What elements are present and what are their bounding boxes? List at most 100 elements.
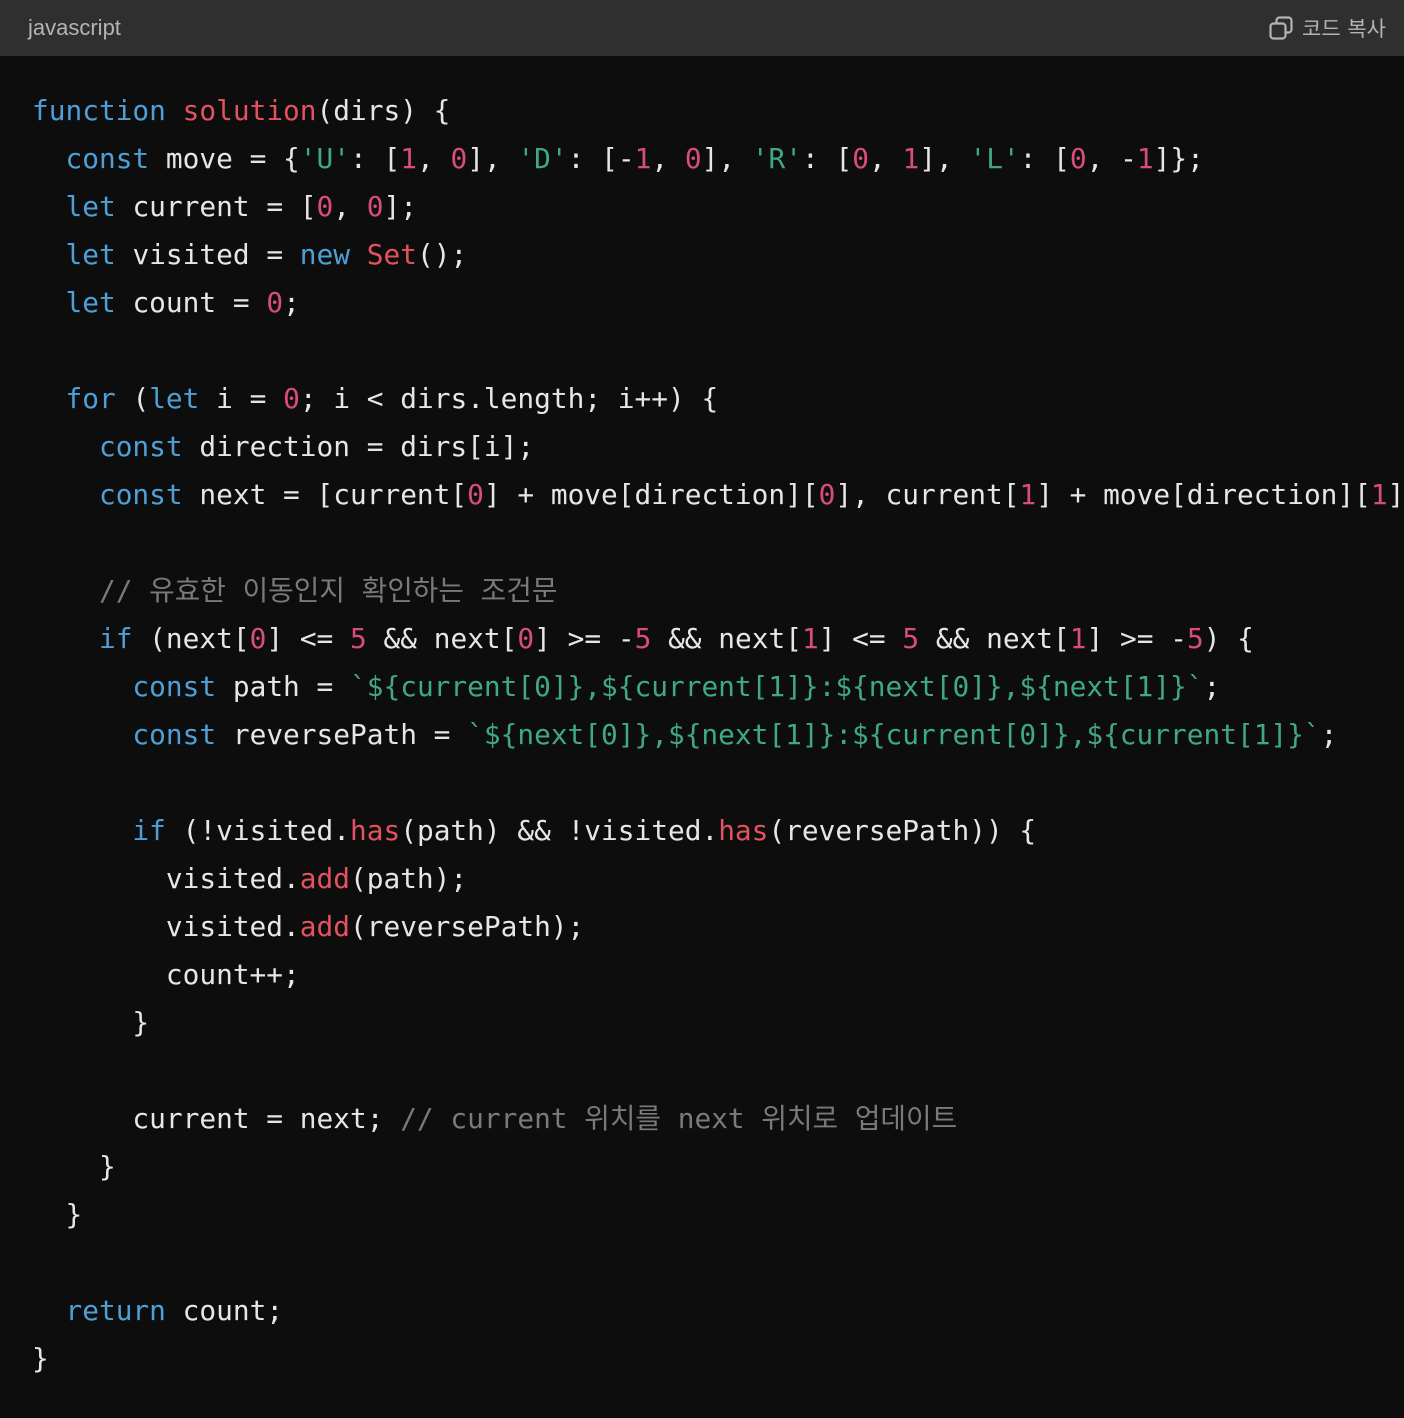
code-text: next = [current[ (182, 478, 468, 511)
code-text: reversePath = (216, 718, 468, 751)
code-keyword: const (98, 478, 183, 511)
code-number: 5 (350, 622, 367, 655)
code-text: ; (1203, 670, 1221, 703)
copy-code-button[interactable]: 코드 복사 (1268, 13, 1386, 43)
code-line: for (let i = 0; i < dirs.length; i++) { (32, 375, 1404, 423)
code-keyword: const (65, 142, 150, 175)
code-string: 'D' (517, 142, 568, 175)
code-text: ; i < dirs.length; i++) { (299, 382, 719, 415)
code-text: current = [ (115, 190, 317, 223)
code-line: const next = [current[0] + move[directio… (32, 471, 1404, 519)
code-line: } (32, 1335, 1404, 1383)
code-line: const path = `${current[0]},${current[1]… (32, 663, 1404, 711)
code-text: } (32, 1150, 116, 1183)
code-keyword: let (65, 238, 116, 271)
code-number: 0 (316, 190, 334, 223)
code-text: (path) && !visited. (400, 814, 719, 847)
code-keyword: const (132, 718, 217, 751)
code-number: 1 (1019, 478, 1037, 511)
code-text: ) { (1203, 622, 1254, 655)
code-keyword: let (65, 190, 116, 223)
code-line: } (32, 1191, 1404, 1239)
code-text: ] >= - (534, 622, 635, 655)
code-line: function solution(dirs) { (32, 87, 1404, 135)
code-keyword: if (98, 622, 133, 655)
code-number: 0 (684, 142, 702, 175)
code-text: ] >= - (1086, 622, 1187, 655)
code-text: } (32, 1342, 49, 1375)
code-line: const move = {'U': [1, 0], 'D': [-1, 0],… (32, 135, 1404, 183)
code-text: (reversePath); (349, 910, 585, 943)
code-content[interactable]: function solution(dirs) { const move = {… (32, 87, 1404, 1383)
code-text: ], (919, 142, 970, 175)
code-number: 0 (450, 142, 468, 175)
code-text: ] + move[direction][ (1036, 478, 1371, 511)
code-text: ] (1387, 478, 1404, 511)
code-number: 0 (517, 622, 535, 655)
code-line: let visited = new Set(); (32, 231, 1404, 279)
code-line: // 유효한 이동인지 확인하는 조건문 (32, 567, 1404, 615)
code-keyword: function (32, 94, 166, 127)
code-text: visited. (32, 910, 300, 943)
code-number: 1 (634, 142, 652, 175)
code-text: , (869, 142, 903, 175)
code-text: ] + move[direction][ (483, 478, 819, 511)
code-text: ; (283, 286, 300, 319)
copy-code-label: 코드 복사 (1302, 17, 1386, 41)
code-text: (reversePath)) { (768, 814, 1037, 847)
code-block-header: javascript 코드 복사 (0, 0, 1404, 56)
code-number: 1 (400, 142, 417, 175)
code-string: 'U' (299, 142, 351, 175)
code-keyword: const (98, 430, 183, 463)
code-line: const reversePath = `${next[0]},${next[1… (32, 711, 1404, 759)
code-text: ( (115, 382, 150, 415)
code-text: ]}; (1153, 142, 1204, 175)
code-text: && next[ (651, 622, 802, 655)
code-text: ]; (383, 190, 417, 223)
code-text: visited. (32, 862, 300, 895)
code-text: count++; (32, 958, 300, 991)
code-text: direction = dirs[i]; (182, 430, 535, 463)
code-line: const direction = dirs[i]; (32, 423, 1404, 471)
code-string: `${next[0]},${next[1]}:${current[0]},${c… (467, 718, 1321, 751)
code-number: 0 (366, 190, 384, 223)
code-text: , (333, 190, 367, 223)
code-text: , (416, 142, 451, 175)
code-string: `${current[0]},${current[1]}:${next[0]},… (350, 670, 1204, 703)
code-text: ], current[ (835, 478, 1020, 511)
code-string: 'R' (751, 142, 803, 175)
code-text: ] <= (266, 622, 351, 655)
code-number: 0 (249, 622, 267, 655)
code-keyword: const (132, 670, 217, 703)
code-number: 0 (818, 478, 836, 511)
code-line: return count; (32, 1287, 1404, 1335)
code-text: visited = (115, 238, 300, 271)
code-text: count = (115, 286, 267, 319)
code-line: if (!visited.has(path) && !visited.has(r… (32, 807, 1404, 855)
code-line: } (32, 1143, 1404, 1191)
code-text: , (651, 142, 685, 175)
code-number: 0 (467, 478, 484, 511)
code-text: path = (216, 670, 350, 703)
code-text: ; (1320, 718, 1338, 751)
code-line: let count = 0; (32, 279, 1404, 327)
code-text: ] <= (818, 622, 903, 655)
code-keyword: let (149, 382, 200, 415)
code-number: 1 (902, 142, 920, 175)
code-function: has (350, 814, 401, 847)
code-function: solution (182, 94, 317, 127)
code-number: 1 (1069, 622, 1087, 655)
code-text: (path); (349, 862, 468, 895)
code-string: 'L' (969, 142, 1020, 175)
code-number: 1 (1136, 142, 1154, 175)
code-text: && next[ (919, 622, 1070, 655)
code-number: 5 (902, 622, 920, 655)
code-function: add (299, 862, 350, 895)
